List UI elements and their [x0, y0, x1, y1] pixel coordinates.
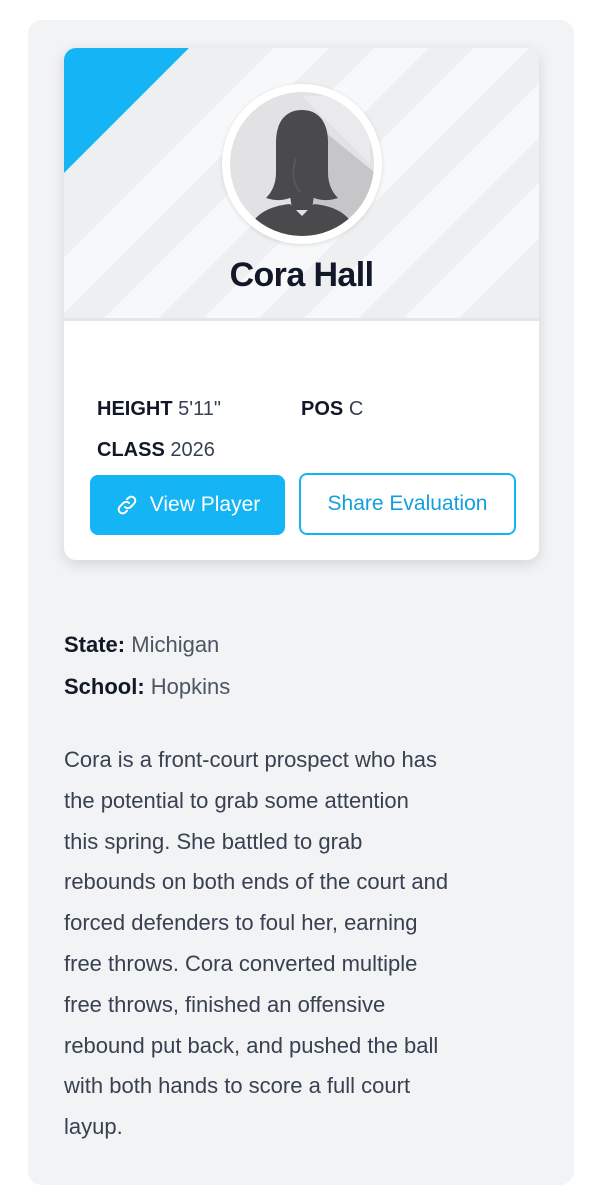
avatar [222, 84, 382, 244]
female-silhouette-icon [230, 92, 374, 236]
height-label: HEIGHT [97, 398, 173, 420]
evaluation-line: rebound put back, and pushed the ball [64, 1032, 439, 1058]
height-value: 5'11" [178, 398, 221, 420]
share-evaluation-label: Share Evaluation [327, 492, 488, 515]
evaluation-line: with both hands to score a full court [64, 1073, 411, 1099]
player-name: Cora Hall [229, 256, 374, 294]
evaluation-line: this spring. She battled to grab [64, 828, 363, 854]
view-player-button[interactable]: View Player [90, 475, 285, 535]
class-stat: CLASS 2026 [97, 439, 215, 462]
position-label: POS [301, 398, 344, 420]
school-value: Hopkins [150, 674, 231, 699]
card-divider [64, 318, 539, 321]
link-icon [115, 493, 139, 517]
position-stat: POS C [301, 398, 363, 421]
state-value: Michigan [131, 632, 220, 657]
player-evaluation-panel: Cora Hall HEIGHT 5'11" POS C CLASS 2026 … [28, 20, 574, 1185]
evaluation-text: Cora is a front-court prospect who has t… [64, 740, 554, 1148]
view-player-label: View Player [149, 493, 261, 516]
share-evaluation-button[interactable]: Share Evaluation [299, 473, 516, 535]
class-label: CLASS [97, 439, 165, 461]
evaluation-line: rebounds on both ends of the court and [64, 869, 449, 895]
evaluation-line: forced defenders to foul her, earning [64, 910, 418, 936]
player-card-header: Cora Hall [64, 48, 539, 318]
state-label: State: [64, 632, 126, 657]
evaluation-line: layup. [64, 1114, 123, 1140]
evaluation-line: free throws. Cora converted multiple [64, 950, 418, 976]
evaluation-line: free throws, finished an offensive [64, 991, 386, 1017]
school-label: School: [64, 674, 145, 699]
height-stat: HEIGHT 5'11" [97, 398, 221, 421]
evaluation-line: the potential to grab some attention [64, 787, 409, 813]
evaluation-line: Cora is a front-court prospect who has [64, 747, 437, 772]
class-value: 2026 [170, 439, 215, 461]
state-row: State: Michigan [64, 632, 219, 658]
position-value: C [348, 398, 364, 420]
school-row: School: Hopkins [64, 674, 230, 700]
player-card: Cora Hall HEIGHT 5'11" POS C CLASS 2026 … [64, 48, 539, 560]
